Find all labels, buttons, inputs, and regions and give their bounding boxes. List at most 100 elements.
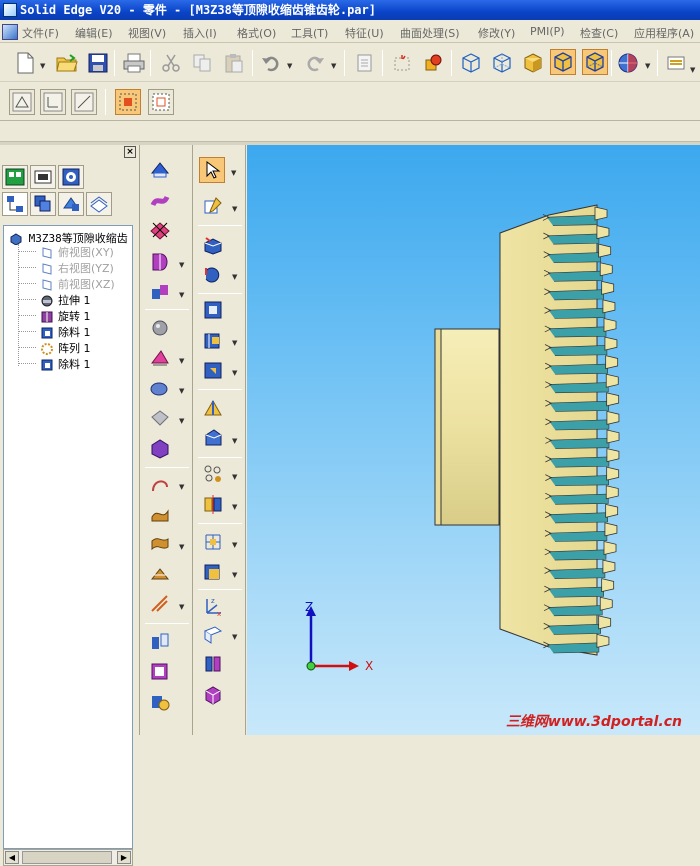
round-icon[interactable] <box>147 375 173 401</box>
tree-horizontal-scrollbar[interactable]: ◀ ▶ <box>3 849 133 866</box>
menu-format[interactable]: 格式(O) <box>237 25 276 41</box>
undo-dropdown-icon[interactable]: ▼ <box>287 62 292 70</box>
tree-item-pattern[interactable]: 阵列 1 <box>40 340 91 356</box>
open-icon[interactable] <box>54 50 80 76</box>
chamfer-icon[interactable] <box>147 405 173 431</box>
tree-item-right-plane[interactable]: 右视图(YZ) <box>40 260 114 276</box>
loft-icon[interactable] <box>147 279 173 305</box>
view-dropdown-icon[interactable]: ▼ <box>645 62 650 70</box>
menu-edit[interactable]: 编辑(E) <box>75 25 113 41</box>
redo-dropdown-icon[interactable]: ▼ <box>331 62 336 70</box>
undo-icon[interactable] <box>258 50 284 76</box>
scroll-left-icon[interactable]: ◀ <box>5 851 19 864</box>
menu-modify[interactable]: 修改(Y) <box>478 25 515 41</box>
x-axis-label: X <box>365 659 374 673</box>
cut-icon[interactable] <box>158 50 184 76</box>
reference-plane-tool-icon[interactable] <box>200 621 226 647</box>
web-network-icon[interactable] <box>200 529 226 555</box>
tab-family-icon[interactable] <box>30 192 56 216</box>
draft-icon[interactable] <box>147 435 173 461</box>
tree-item-top-plane[interactable]: 俯视图(XY) <box>40 244 114 260</box>
layer-dropdown-icon[interactable]: ▼ <box>690 66 695 74</box>
boolean-icon[interactable] <box>147 689 173 715</box>
thread-icon[interactable] <box>147 345 173 371</box>
mirror-icon[interactable] <box>147 629 173 655</box>
mirror-feature-icon[interactable] <box>200 491 226 517</box>
menu-file[interactable]: 文件(F) <box>22 25 59 41</box>
select-face-icon[interactable] <box>40 89 66 115</box>
menu-surfacing[interactable]: 曲面处理(S) <box>400 25 460 41</box>
tab-assembly-icon[interactable] <box>30 165 56 189</box>
view-wire-icon[interactable] <box>489 50 515 76</box>
paste-icon[interactable] <box>221 50 247 76</box>
tree-item-cutout-2[interactable]: 除料 1 <box>40 356 91 372</box>
swept-icon[interactable] <box>147 187 173 213</box>
tab-sheets-icon[interactable] <box>86 192 112 216</box>
selection-filter-icon[interactable] <box>115 89 141 115</box>
select-part-icon[interactable] <box>9 89 35 115</box>
print-icon[interactable] <box>121 50 147 76</box>
coordinate-system-icon[interactable]: zx <box>200 593 226 619</box>
cut-feature-icon[interactable] <box>147 217 173 243</box>
cutout-tool-icon[interactable] <box>200 297 226 323</box>
new-dropdown-icon[interactable]: ▼ <box>40 62 45 70</box>
save-icon[interactable] <box>85 50 111 76</box>
tree-item-front-plane[interactable]: 前视图(XZ) <box>40 276 115 292</box>
sketch-plane-icon[interactable] <box>147 157 173 183</box>
revolve-tool-icon[interactable] <box>147 249 173 275</box>
scroll-thumb[interactable] <box>22 851 112 864</box>
graphics-viewport[interactable]: Z X 三维网www.3dportal.cn <box>247 145 700 735</box>
select-tool-icon[interactable] <box>199 157 225 183</box>
hole-icon[interactable] <box>147 315 173 341</box>
menu-applications[interactable]: 应用程序(A) <box>634 25 694 41</box>
menu-pmi[interactable]: PMI(P) <box>530 25 565 38</box>
sphere-view-icon[interactable] <box>615 50 641 76</box>
tab-pathfinder-icon[interactable] <box>2 192 28 216</box>
shade-edges-icon[interactable] <box>550 49 576 75</box>
gear-tooth <box>606 466 620 481</box>
new-icon[interactable] <box>12 50 38 76</box>
layer-icon[interactable] <box>664 50 690 76</box>
menu-inspect[interactable]: 检查(C) <box>580 25 618 41</box>
add-body-icon[interactable] <box>200 559 226 585</box>
part-icon[interactable] <box>420 50 446 76</box>
sketch-icon[interactable] <box>389 50 415 76</box>
shade-icon[interactable] <box>520 50 546 76</box>
lip-icon[interactable] <box>200 425 226 451</box>
panel-close-icon[interactable]: × <box>124 146 136 158</box>
revolve-protrusion-icon[interactable] <box>200 261 226 287</box>
thin-wall-icon[interactable] <box>147 659 173 685</box>
slice-icon[interactable] <box>200 651 226 677</box>
block-icon[interactable] <box>200 681 226 707</box>
doc-icon[interactable] <box>352 50 378 76</box>
pattern-tool-icon[interactable] <box>200 461 226 487</box>
normal-cutout-icon[interactable] <box>200 357 226 383</box>
tab-settings-icon[interactable] <box>58 165 84 189</box>
menu-tools[interactable]: 工具(T) <box>291 25 328 41</box>
extrude-icon[interactable] <box>200 231 226 257</box>
select-edge-icon[interactable] <box>71 89 97 115</box>
copy-icon[interactable] <box>189 50 215 76</box>
tree-item-protrusion[interactable]: 拉伸 1 <box>40 292 91 308</box>
shade-active-icon[interactable] <box>582 49 608 75</box>
menu-insert[interactable]: 插入(I) <box>183 25 217 41</box>
redo-icon[interactable] <box>302 50 328 76</box>
revolved-cutout-icon[interactable] <box>200 327 226 353</box>
curve-icon[interactable] <box>147 471 173 497</box>
menu-features[interactable]: 特征(U) <box>345 25 384 41</box>
menu-view[interactable]: 视图(V) <box>128 25 166 41</box>
tab-layers-icon[interactable] <box>58 192 84 216</box>
extruded-surface-icon[interactable] <box>147 531 173 557</box>
rib-icon[interactable] <box>200 395 226 421</box>
tree-item-revolve[interactable]: 旋转 1 <box>40 308 91 324</box>
tree-item-cutout[interactable]: 除料 1 <box>40 324 91 340</box>
bluesurf-icon[interactable] <box>147 501 173 527</box>
scroll-right-icon[interactable]: ▶ <box>117 851 131 864</box>
tab-library-icon[interactable] <box>2 165 28 189</box>
view-iso-icon[interactable] <box>458 50 484 76</box>
box-select-icon[interactable] <box>148 89 174 115</box>
offset-surface-icon[interactable] <box>147 561 173 587</box>
smart-dimension-icon[interactable] <box>200 193 226 219</box>
split-icon[interactable] <box>147 591 173 617</box>
document-menu-icon[interactable] <box>2 24 18 40</box>
